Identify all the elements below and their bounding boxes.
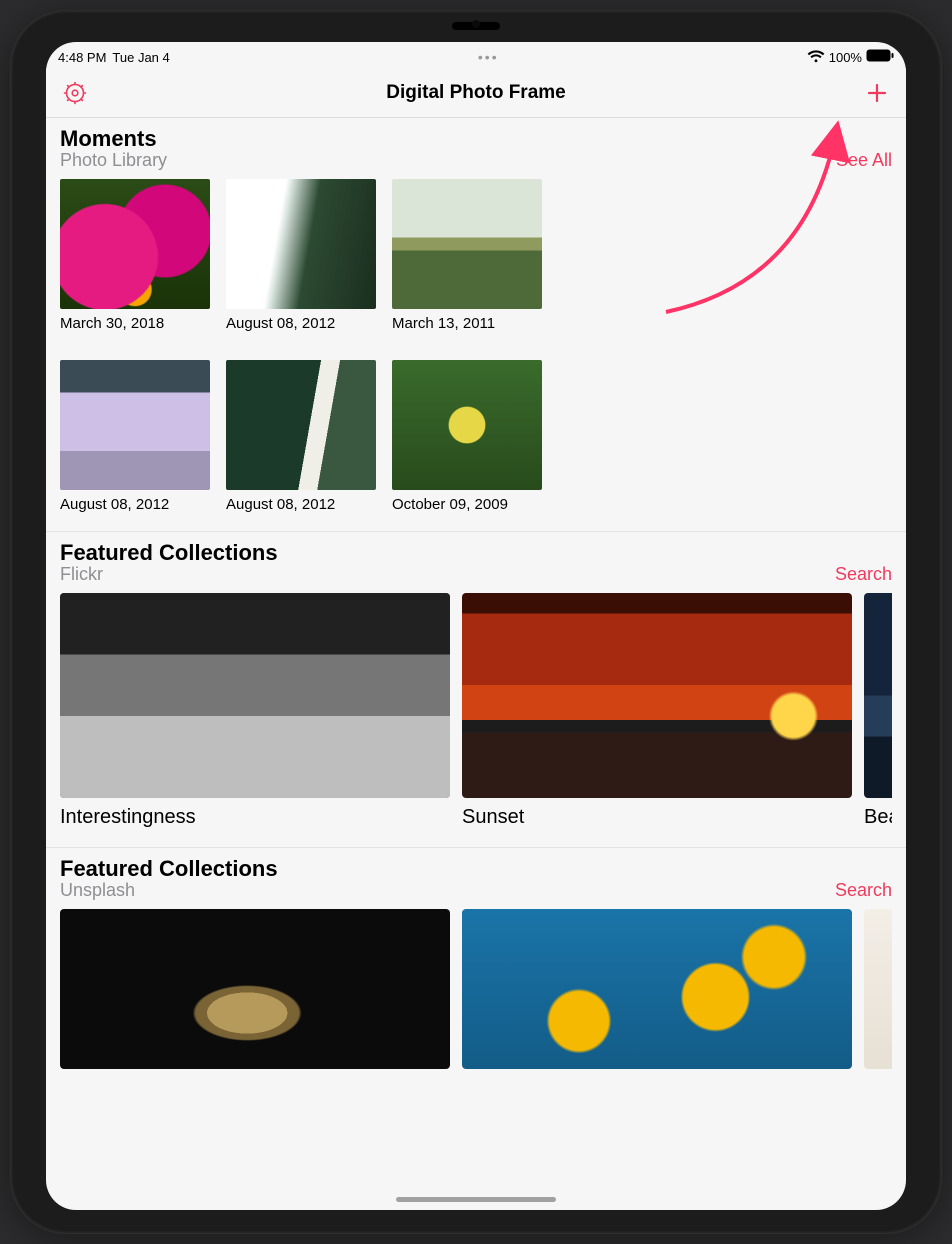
collection-thumbnail: [462, 909, 852, 1069]
collection-thumbnail: [60, 593, 450, 798]
moment-thumbnail: [392, 179, 542, 309]
add-button[interactable]: [862, 78, 892, 108]
moments-title: Moments: [60, 126, 167, 152]
moment-caption: August 08, 2012: [226, 315, 376, 332]
collection-thumbnail: [462, 593, 852, 798]
collection-card[interactable]: [864, 909, 892, 1069]
flickr-search-link[interactable]: Search: [835, 564, 892, 585]
unsplash-search-link[interactable]: Search: [835, 880, 892, 901]
settings-button[interactable]: [60, 78, 90, 108]
moments-section: Moments Photo Library See All March 30, …: [46, 118, 906, 532]
moment-card[interactable]: March 13, 2011: [392, 179, 542, 332]
collection-card[interactable]: Interestingness: [60, 593, 450, 829]
moment-caption: August 08, 2012: [226, 496, 376, 513]
collection-card[interactable]: [462, 909, 852, 1069]
moment-caption: October 09, 2009: [392, 496, 542, 513]
moment-caption: March 13, 2011: [392, 315, 542, 332]
plus-icon: [865, 81, 889, 105]
screen: 4:48 PM Tue Jan 4 ••• 100%: [46, 42, 906, 1210]
battery-text: 100%: [829, 50, 862, 65]
moment-thumbnail: [226, 360, 376, 490]
collection-caption: Sunset: [462, 806, 852, 829]
moments-subtitle: Photo Library: [60, 150, 167, 171]
home-indicator[interactable]: [396, 1197, 556, 1202]
moment-card[interactable]: August 08, 2012: [60, 360, 210, 513]
wifi-icon: [807, 50, 825, 64]
moment-thumbnail: [226, 179, 376, 309]
moment-card[interactable]: March 30, 2018: [60, 179, 210, 332]
unsplash-title: Featured Collections: [60, 856, 278, 882]
gear-icon: [63, 81, 87, 105]
flickr-title: Featured Collections: [60, 540, 278, 566]
moment-caption: March 30, 2018: [60, 315, 210, 332]
collection-thumbnail: [60, 909, 450, 1069]
moment-caption: August 08, 2012: [60, 496, 210, 513]
flickr-subtitle: Flickr: [60, 564, 278, 585]
moment-card[interactable]: August 08, 2012: [226, 179, 376, 332]
collection-thumbnail: [864, 909, 892, 1069]
collection-caption: Interestingness: [60, 806, 450, 829]
collection-card[interactable]: Sunset: [462, 593, 852, 829]
moments-grid: March 30, 2018 August 08, 2012 March 13,…: [60, 179, 892, 513]
collection-card[interactable]: Beac: [864, 593, 892, 829]
battery-icon: [866, 49, 894, 65]
unsplash-section: Featured Collections Unsplash Search: [46, 848, 906, 1087]
status-date: Tue Jan 4: [112, 50, 169, 65]
collection-caption: Beac: [864, 806, 892, 829]
collection-thumbnail: [864, 593, 892, 798]
nav-bar: Digital Photo Frame: [46, 68, 906, 118]
status-indicator-dots: •••: [478, 49, 499, 65]
device-frame: 4:48 PM Tue Jan 4 ••• 100%: [10, 10, 942, 1234]
moment-card[interactable]: October 09, 2009: [392, 360, 542, 513]
moment-thumbnail: [392, 360, 542, 490]
status-time: 4:48 PM: [58, 50, 106, 65]
unsplash-subtitle: Unsplash: [60, 880, 278, 901]
moments-see-all-link[interactable]: See All: [836, 150, 892, 171]
collection-card[interactable]: [60, 909, 450, 1069]
moment-thumbnail: [60, 360, 210, 490]
moment-thumbnail: [60, 179, 210, 309]
status-bar: 4:48 PM Tue Jan 4 ••• 100%: [46, 42, 906, 68]
flickr-collections-row[interactable]: Interestingness Sunset Beac: [60, 593, 892, 829]
unsplash-collections-row[interactable]: [60, 909, 892, 1069]
moment-card[interactable]: August 08, 2012: [226, 360, 376, 513]
device-camera: [472, 20, 480, 28]
content-scroll[interactable]: Moments Photo Library See All March 30, …: [46, 118, 906, 1210]
nav-title: Digital Photo Frame: [386, 82, 565, 104]
flickr-section: Featured Collections Flickr Search Inter…: [46, 532, 906, 848]
